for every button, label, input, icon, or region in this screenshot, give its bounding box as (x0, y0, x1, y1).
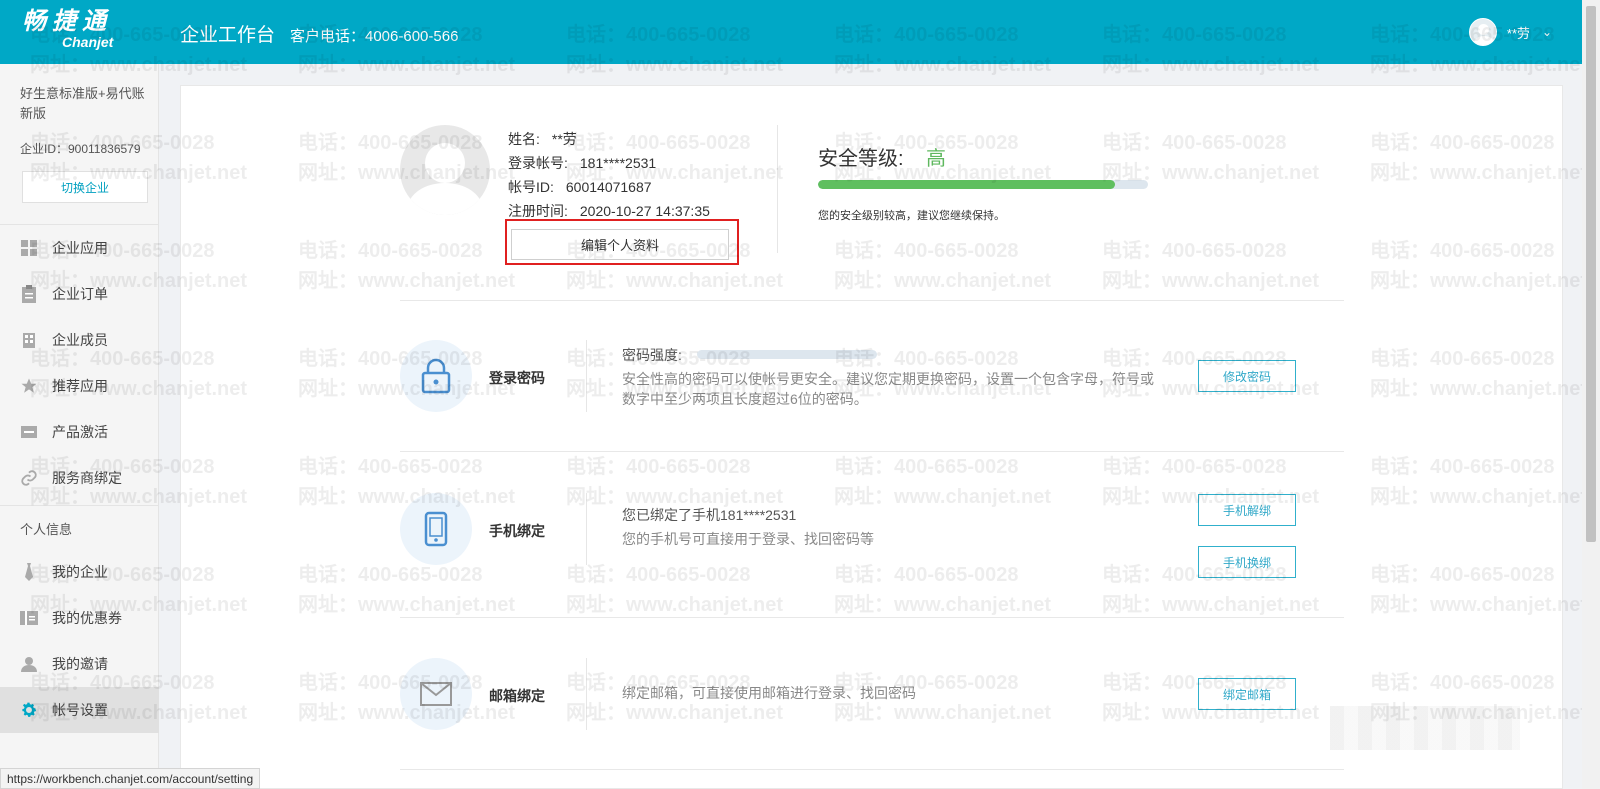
security-level-bar-fill (818, 180, 1115, 189)
phone-row-icon (400, 493, 472, 565)
sidebar-divider (0, 505, 159, 506)
browser-status-url: https://workbench.chanjet.com/account/se… (0, 768, 261, 789)
change-password-button[interactable]: 修改密码 (1198, 360, 1296, 392)
tie-icon (20, 563, 38, 581)
security-level-value: 高 (926, 148, 946, 170)
profile-registration-value: 2020-10-27 14:37:35 (579, 203, 710, 219)
email-row-divider (586, 658, 587, 730)
sidebar-item-enterprise-apps[interactable]: 企业应用 (0, 225, 159, 271)
chevron-down-icon: ⌄ (1541, 25, 1552, 39)
sidebar-item-label: 推荐应用 (52, 378, 108, 394)
profile-registration-label: 注册时间: (508, 203, 568, 219)
top-header: 畅捷通 Chanjet 企业工作台 客户电话：4006-600-566 **劳 … (0, 0, 1582, 64)
scrollbar-thumb[interactable] (1586, 6, 1596, 542)
sidebar-item-product-activation[interactable]: 产品激活 (0, 409, 159, 455)
switch-company-button[interactable]: 切换企业 (22, 171, 148, 203)
chanjet-logo[interactable]: 畅捷通 Chanjet (22, 8, 142, 56)
sidebar-item-account-settings[interactable]: 帐号设置 (0, 687, 159, 733)
sidebar-item-provider-binding[interactable]: 服务商绑定 (0, 455, 159, 501)
profile-name-value: **劳 (551, 131, 577, 147)
phone-description: 您的手机号可直接用于登录、找回密码等 (622, 531, 874, 547)
profile-id-label: 帐号ID: (508, 179, 554, 195)
section-divider (400, 617, 1344, 618)
email-row-icon (400, 658, 472, 730)
profile-account-value: 181****2531 (579, 155, 657, 171)
phone-icon (424, 511, 448, 547)
phone-bound-text: 您已绑定了手机181****2531 (622, 507, 797, 523)
sidebar-item-my-invitations[interactable]: 我的邀请 (0, 641, 159, 687)
security-level-title: 安全等级: (818, 148, 904, 170)
phone-row-divider (586, 493, 587, 565)
logo-english: Chanjet (62, 34, 114, 50)
password-description-line1: 安全性高的密码可以使帐号更安全。建议您定期更换密码，设置一个包含字母，符号或 (622, 371, 1154, 387)
sidebar-item-label: 服务商绑定 (52, 470, 122, 486)
profile-name-row: 姓名: **劳 (508, 129, 577, 149)
logo-chinese: 畅捷通 (22, 6, 112, 35)
sidebar-item-label: 帐号设置 (52, 702, 108, 718)
email-description: 绑定邮箱，可直接使用邮箱进行登录、找回密码 (622, 685, 916, 701)
profile-id-row: 帐号ID: 60014071687 (508, 177, 652, 197)
section-divider (400, 769, 1344, 770)
sidebar-item-my-coupons[interactable]: 我的优惠券 (0, 595, 159, 641)
envelope-icon (420, 682, 452, 706)
card-icon (20, 423, 38, 441)
unbind-phone-button[interactable]: 手机解绑 (1198, 494, 1296, 526)
personal-info-section: 个人信息 (20, 522, 73, 537)
user-name: **劳 (1506, 25, 1530, 41)
password-description-line2: 数字中至少两项且长度超过6位的密码。 (622, 391, 868, 407)
blurred-area (1330, 706, 1520, 750)
change-phone-button[interactable]: 手机换绑 (1198, 546, 1296, 578)
profile-name-label: 姓名: (508, 131, 540, 147)
sidebar-item-recommended-apps[interactable]: 推荐应用 (0, 363, 159, 409)
workbench-title: 企业工作台 (180, 25, 276, 46)
star-icon (20, 377, 38, 395)
password-strength-bar (697, 350, 877, 359)
security-level-bar (818, 180, 1148, 189)
password-row-icon (400, 340, 472, 412)
coupon-icon (20, 609, 38, 627)
profile-registration-row: 注册时间: 2020-10-27 14:37:35 (508, 201, 710, 221)
email-row-label: 邮箱绑定 (489, 688, 545, 704)
page-scrollbar[interactable] (1582, 0, 1600, 789)
password-row-label: 登录密码 (489, 370, 545, 386)
sidebar-item-label: 我的优惠券 (52, 610, 122, 626)
clipboard-icon (20, 285, 38, 303)
person-icon (20, 655, 38, 673)
sidebar-item-label: 企业应用 (52, 240, 108, 256)
product-edition: 好生意标准版+易代账新版 (20, 86, 145, 121)
bind-email-button[interactable]: 绑定邮箱 (1198, 678, 1296, 710)
password-row-divider (586, 340, 587, 412)
sidebar-item-enterprise-members[interactable]: 企业成员 (0, 317, 159, 363)
profile-divider (777, 125, 778, 253)
grid-icon (20, 239, 38, 257)
password-strength-label: 密码强度: (622, 347, 682, 363)
phone-row-label: 手机绑定 (489, 523, 545, 539)
sidebar-item-label: 产品激活 (52, 424, 108, 440)
section-divider (400, 300, 1344, 301)
security-level-note: 您的安全级别较高，建议您继续保持。 (818, 210, 1005, 222)
avatar (1468, 18, 1497, 46)
section-divider (400, 451, 1344, 452)
sidebar-item-my-enterprise[interactable]: 我的企业 (0, 549, 159, 595)
sidebar-item-label: 企业订单 (52, 286, 108, 302)
edit-profile-button[interactable]: 编辑个人资料 (511, 229, 729, 260)
sidebar-item-label: 我的企业 (52, 564, 108, 580)
lock-icon (421, 358, 451, 394)
user-menu[interactable]: **劳 ⌄ (1468, 17, 1552, 47)
link-icon (20, 469, 38, 487)
customer-hotline: 客户电话：4006-600-566 (290, 28, 459, 45)
sidebar-item-enterprise-orders[interactable]: 企业订单 (0, 271, 159, 317)
sidebar: 好生意标准版+易代账新版 企业ID：90011836579 切换企业 企业应用 … (0, 64, 159, 789)
profile-account-row: 登录帐号: 181****2531 (508, 153, 656, 173)
sidebar-item-label: 我的邀请 (52, 656, 108, 672)
company-id: 企业ID：90011836579 (20, 142, 141, 156)
profile-avatar (400, 125, 490, 215)
profile-account-label: 登录帐号: (508, 155, 568, 171)
building-icon (20, 331, 38, 349)
sidebar-item-label: 企业成员 (52, 332, 108, 348)
profile-id-value: 60014071687 (565, 179, 652, 195)
gear-icon (20, 701, 38, 719)
